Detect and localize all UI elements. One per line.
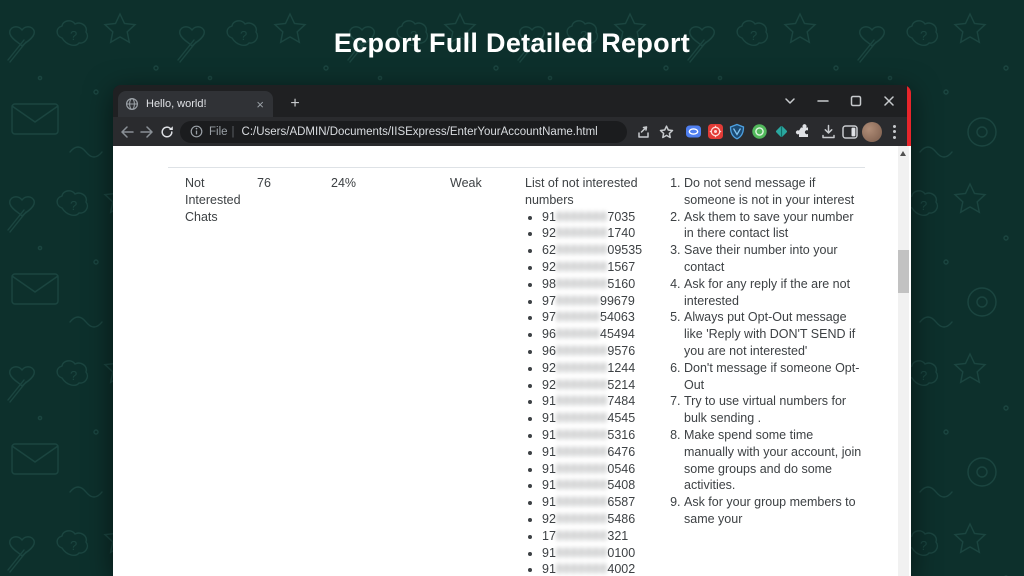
- profile-avatar[interactable]: [861, 117, 883, 146]
- recommendations-column: Do not send message if someone is not in…: [668, 175, 865, 576]
- browser-tab[interactable]: Hello, world! ×: [118, 91, 273, 117]
- red-gear-extension-icon[interactable]: [704, 117, 726, 146]
- phone-number-item: 9188888885408: [542, 477, 668, 494]
- recommendation-item: Always put Opt-Out message like 'Reply w…: [684, 309, 865, 359]
- phone-number-item: 9688888845494: [542, 326, 668, 343]
- menu-kebab-icon[interactable]: [883, 117, 905, 146]
- recommendation-item: Ask for any reply if the are not interes…: [684, 276, 865, 310]
- tab-close-icon[interactable]: ×: [254, 98, 266, 111]
- page-title: Ecport Full Detailed Report: [0, 28, 1024, 59]
- tab-search-chevron-icon[interactable]: [773, 85, 806, 117]
- green-circle-extension-icon[interactable]: [748, 117, 770, 146]
- blue-oval-extension-icon[interactable]: [682, 117, 704, 146]
- numbers-column: List of not interested numbers 918888888…: [525, 175, 668, 576]
- phone-number-item: 9188888880100: [542, 545, 668, 562]
- row-strength: Weak: [450, 175, 525, 576]
- phone-number-item: 9688888889576: [542, 343, 668, 360]
- recommendation-item: Make spend some time manually with your …: [684, 427, 865, 494]
- phone-number-item: 9188888885316: [542, 427, 668, 444]
- url-bar[interactable]: File | C:/Users/ADMIN/Documents/IISExpre…: [180, 121, 627, 143]
- phone-number-item: 9788888854063: [542, 309, 668, 326]
- phone-number-item: 9288888885214: [542, 377, 668, 394]
- numbers-list-title: List of not interested numbers: [525, 175, 668, 209]
- teal-gem-extension-icon[interactable]: [770, 117, 792, 146]
- phone-number-item: 9188888880546: [542, 461, 668, 478]
- url-text: C:/Users/ADMIN/Documents/IISExpress/Ente…: [242, 126, 598, 138]
- phone-number-item: 9188888886476: [542, 444, 668, 461]
- phone-number-item: 9288888881567: [542, 259, 668, 276]
- forward-icon[interactable]: [137, 117, 157, 146]
- recommendation-item: Try to use virtual numbers for bulk send…: [684, 393, 865, 427]
- scrollbar-thumb[interactable]: [898, 250, 909, 293]
- share-icon[interactable]: [633, 117, 655, 146]
- info-icon[interactable]: [190, 125, 203, 138]
- phone-number-item: 9188888887035: [542, 209, 668, 226]
- browser-titlebar: Hello, world! × +: [113, 85, 911, 117]
- reload-icon[interactable]: [157, 117, 177, 146]
- blue-shield-extension-icon[interactable]: [726, 117, 748, 146]
- phone-number-item: 9188888887484: [542, 393, 668, 410]
- url-separator: |: [232, 126, 235, 138]
- recommendation-item: Save their number into your contact: [684, 242, 865, 276]
- row-label: Not Interested Chats: [185, 175, 257, 576]
- phone-number-item: 9288888885486: [542, 511, 668, 528]
- maximize-button[interactable]: [839, 85, 872, 117]
- scrollbar-up-arrow-icon[interactable]: [900, 151, 906, 156]
- close-button[interactable]: [872, 85, 905, 117]
- browser-toolbar: File | C:/Users/ADMIN/Documents/IISExpre…: [113, 117, 911, 146]
- extensions-puzzle-icon[interactable]: [792, 117, 814, 146]
- phone-number-item: 9288888881244: [542, 360, 668, 377]
- report-page: Not Interested Chats 76 24% Weak List of…: [113, 146, 911, 576]
- url-scheme: File: [209, 126, 228, 138]
- phone-number-item: 9788888899679: [542, 293, 668, 310]
- phone-number-item: 178888888321: [542, 528, 668, 545]
- new-tab-button[interactable]: +: [285, 94, 305, 114]
- report-table-row: Not Interested Chats 76 24% Weak List of…: [168, 167, 865, 576]
- back-icon[interactable]: [117, 117, 137, 146]
- recommendation-item: Don't message if someone Opt-Out: [684, 360, 865, 394]
- page-scrollbar[interactable]: [898, 146, 909, 576]
- phone-number-list: 9188888887035928888888174062888888809535…: [525, 209, 668, 576]
- bookmark-star-icon[interactable]: [655, 117, 677, 146]
- downloads-icon[interactable]: [817, 117, 839, 146]
- phone-number-item: 9188888884002: [542, 561, 668, 576]
- phone-number-item: 9888888885160: [542, 276, 668, 293]
- browser-window: Hello, world! × +: [113, 85, 911, 576]
- phone-number-item: 9188888884545: [542, 410, 668, 427]
- row-count: 76: [257, 175, 331, 576]
- side-panel-icon[interactable]: [839, 117, 861, 146]
- phone-number-item: 62888888809535: [542, 242, 668, 259]
- recommendation-item: Do not send message if someone is not in…: [684, 175, 865, 209]
- recommendation-item: Ask for your group members to same your: [684, 494, 865, 528]
- phone-number-item: 9288888881740: [542, 225, 668, 242]
- phone-number-item: 9188888886587: [542, 494, 668, 511]
- row-percent: 24%: [331, 175, 450, 576]
- globe-icon: [125, 97, 139, 111]
- recommendation-list: Do not send message if someone is not in…: [668, 175, 865, 528]
- tab-title: Hello, world!: [146, 98, 254, 110]
- recommendation-item: Ask them to save your number in there co…: [684, 209, 865, 243]
- red-edge-strip: [907, 85, 911, 146]
- minimize-button[interactable]: [806, 85, 839, 117]
